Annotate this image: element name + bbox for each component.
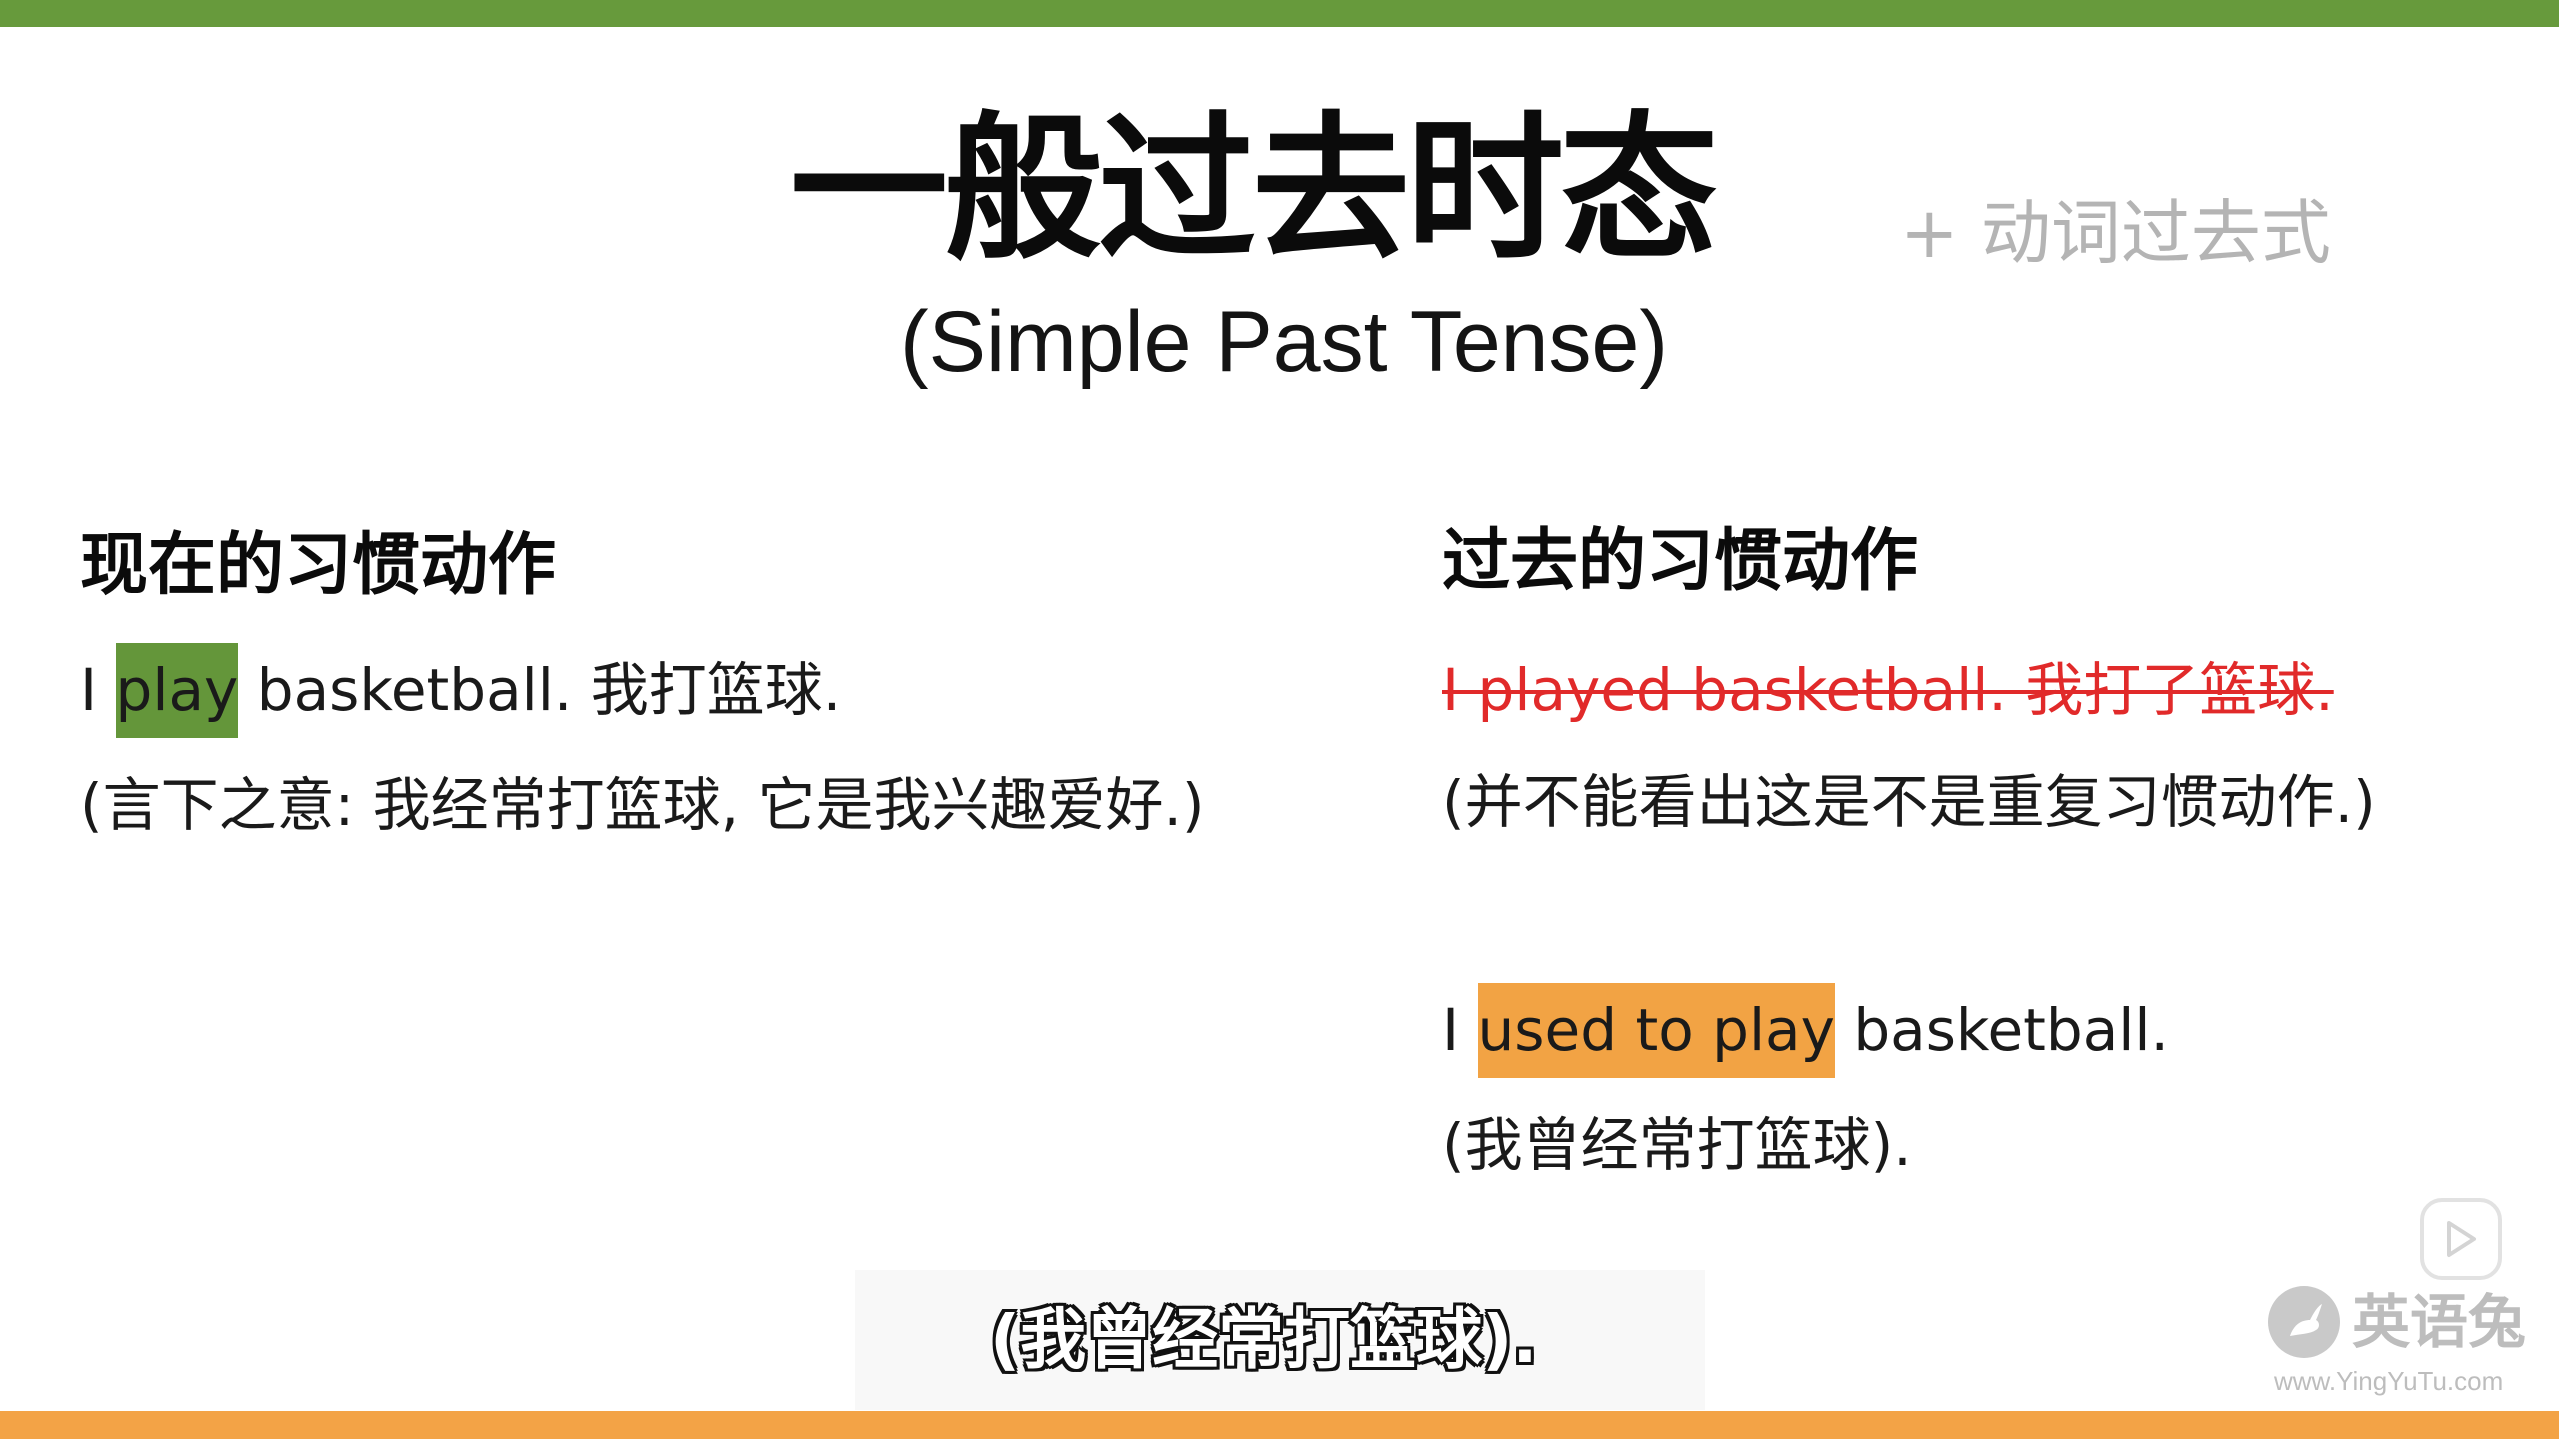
play-button[interactable] [2420, 1198, 2502, 1280]
video-caption: (我曾经常打篮球). [990, 1301, 1538, 1378]
highlight-play: play [115, 643, 239, 738]
right-heading: 过去的习惯动作 [1442, 521, 1919, 601]
slide-subtitle: (Simple Past Tense) [900, 294, 1668, 390]
rabbit-logo-icon [2268, 1286, 2340, 1358]
right-translation: (我曾经常打篮球). [1442, 1111, 1912, 1179]
wrong-note: (并不能看出这是不是重复习惯动作.) [1442, 768, 2376, 836]
formula-hint: + 动词过去式 [1900, 192, 2331, 274]
left-heading: 现在的习惯动作 [80, 525, 557, 605]
right-example: I used to play basketball. [1442, 980, 2169, 1080]
left-example-post: basketball. 我打篮球. [238, 656, 842, 724]
right-example-pre: I [1442, 996, 1478, 1064]
wrong-example: I played basketball. 我打了篮球. [1442, 656, 2334, 724]
highlight-used-to-play: used to play [1477, 983, 1835, 1078]
left-example: I play basketball. 我打篮球. [80, 640, 841, 740]
watermark-url: www.YingYuTu.com [2274, 1366, 2504, 1396]
left-note: (言下之意: 我经常打篮球, 它是我兴趣爱好.) [80, 771, 1205, 839]
top-accent-bar [0, 0, 2559, 27]
right-example-post: basketball. [1834, 996, 2169, 1064]
watermark-name: 英语兔 [2352, 1288, 2527, 1356]
left-example-pre: I [80, 656, 116, 724]
watermark-logo: 英语兔 www.YingYuTu.com [2268, 1282, 2538, 1396]
bottom-accent-bar [0, 1411, 2559, 1439]
slide-title: 一般过去时态 [790, 97, 1718, 282]
play-icon [2447, 1221, 2476, 1257]
